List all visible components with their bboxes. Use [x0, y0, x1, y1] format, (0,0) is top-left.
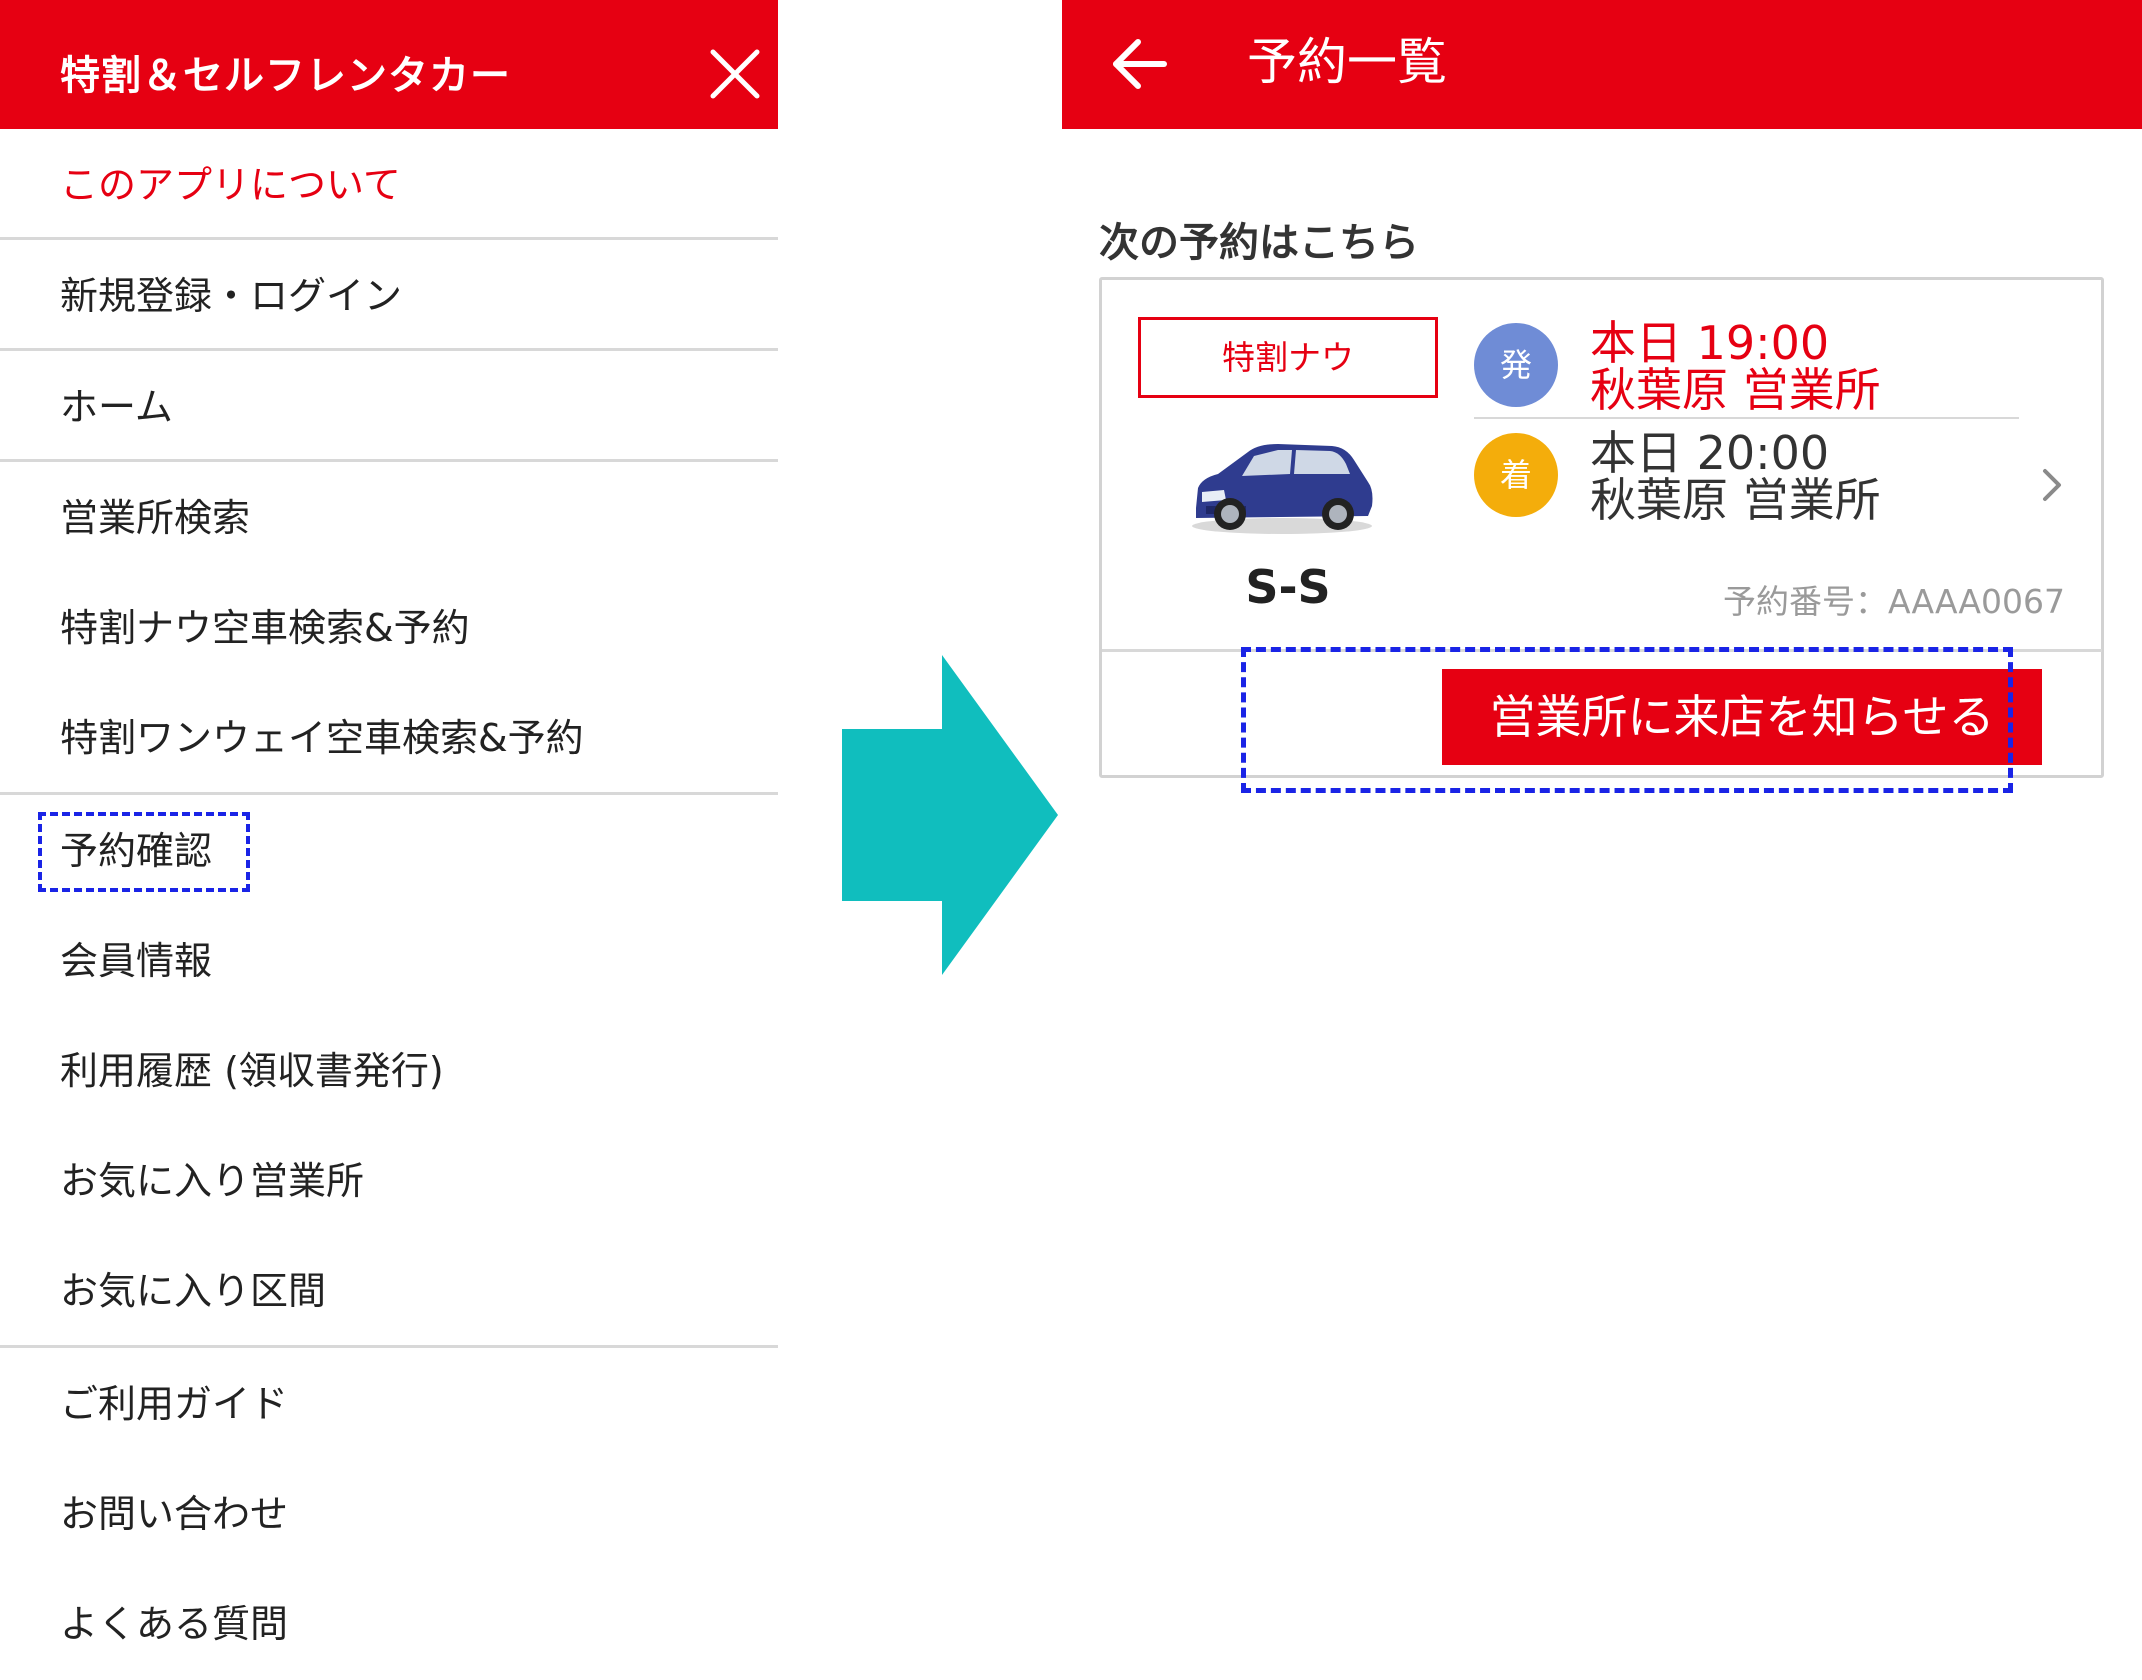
drawer-title: 特割＆セルフレンタカー [60, 53, 511, 99]
menu-item-now-search[interactable]: 特割ナウ空車検索&予約 [0, 572, 778, 682]
menu-item-label: お問い合わせ [60, 1492, 289, 1536]
menu-item-label: 新規登録・ログイン [60, 274, 403, 318]
arrival-datetime: 本日 20:00 [1590, 426, 1830, 480]
arrival-office: 秋葉原 営業所 [1590, 473, 1881, 527]
menu-item-contact[interactable]: お問い合わせ [0, 1458, 778, 1568]
section-title: 次の予約はこちら [1099, 220, 1419, 266]
departure-badge: 発 [1474, 323, 1558, 407]
reservation-list-screen: 予約一覧 次の予約はこちら 特割ナウ S-S 発 本日 19:00 秋葉原 営業… [1062, 0, 2142, 1662]
menu-item-register-login[interactable]: 新規登録・ログイン [0, 240, 778, 351]
car-image [1192, 444, 1373, 534]
car-class: S-S [1245, 560, 1331, 614]
back-arrow-icon[interactable] [1110, 36, 1168, 92]
menu-item-favorite-routes[interactable]: お気に入り区間 [0, 1235, 778, 1348]
departure-datetime: 本日 19:00 [1590, 316, 1830, 370]
menu-item-label: 利用履歴 (領収書発行) [60, 1049, 444, 1093]
navigation-drawer: 特割＆セルフレンタカー このアプリについて 新規登録・ログイン ホーム 営業所検… [0, 0, 778, 1662]
menu-item-label: 会員情報 [60, 939, 213, 983]
booking-number: 予約番号：AAAA0067 [1722, 582, 2065, 621]
menu-item-reservation-check[interactable]: 予約確認 [0, 795, 778, 905]
menu-item-office-search[interactable]: 営業所検索 [0, 462, 778, 572]
menu-item-guide[interactable]: ご利用ガイド [0, 1348, 778, 1458]
drawer-header: 特割＆セルフレンタカー [0, 0, 778, 129]
plan-badge: 特割ナウ [1138, 317, 1438, 398]
menu-item-label: よくある質問 [60, 1602, 289, 1646]
menu-item-label: ホーム [60, 385, 173, 429]
menu-item-label: 特割ワンウェイ空車検索&予約 [60, 716, 584, 760]
arrow-right-icon [842, 655, 1058, 975]
page-title: 予約一覧 [1247, 33, 1447, 91]
menu-item-home[interactable]: ホーム [0, 351, 778, 462]
menu-item-label: お気に入り区間 [60, 1269, 327, 1313]
menu-item-label: 特割ナウ空車検索&予約 [60, 606, 470, 650]
drawer-menu: このアプリについて 新規登録・ログイン ホーム 営業所検索 特割ナウ空車検索&予… [0, 129, 778, 1678]
menu-item-label: お気に入り営業所 [60, 1159, 365, 1203]
arrival-badge: 着 [1474, 433, 1558, 517]
highlight-box [1241, 647, 2013, 793]
app-header: 予約一覧 [1062, 0, 2142, 129]
close-icon[interactable] [705, 46, 765, 102]
menu-item-label: 予約確認 [60, 829, 213, 873]
menu-item-label: このアプリについて [60, 163, 401, 207]
menu-item-about[interactable]: このアプリについて [0, 129, 778, 240]
chevron-right-icon[interactable] [2037, 465, 2067, 505]
menu-item-label: ご利用ガイド [60, 1382, 289, 1426]
departure-office: 秋葉原 営業所 [1590, 363, 1881, 417]
menu-item-oneway-search[interactable]: 特割ワンウェイ空車検索&予約 [0, 682, 778, 795]
menu-item-history[interactable]: 利用履歴 (領収書発行) [0, 1015, 778, 1125]
menu-item-label: 営業所検索 [60, 496, 251, 540]
menu-item-member-info[interactable]: 会員情報 [0, 905, 778, 1015]
divider [1474, 417, 2019, 419]
menu-item-favorite-offices[interactable]: お気に入り営業所 [0, 1125, 778, 1235]
